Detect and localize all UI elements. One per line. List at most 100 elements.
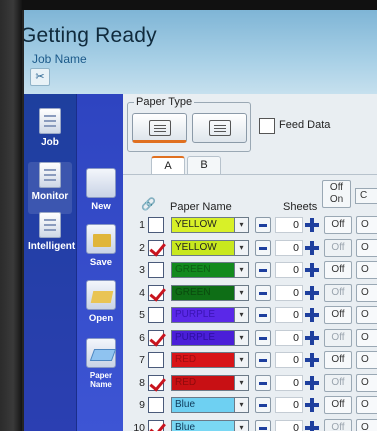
row-off-button[interactable]: Off	[324, 283, 352, 302]
paper-name-field[interactable]: GREEN	[171, 262, 235, 278]
table-row: 9 Blue ▾ 0 Off O	[123, 395, 377, 415]
sheets-value[interactable]: 0	[275, 397, 303, 413]
row-off-button[interactable]: Off	[324, 328, 352, 347]
row-select-checkbox[interactable]	[148, 239, 164, 256]
chevron-down-icon[interactable]: ▾	[235, 352, 249, 368]
sheets-value[interactable]: 0	[275, 262, 303, 278]
row-number: 9	[139, 399, 145, 411]
row-edge-button[interactable]: O	[356, 373, 377, 392]
row-off-button[interactable]: Off	[324, 238, 352, 257]
sheets-value[interactable]: 0	[275, 284, 303, 301]
sidebar-item-monitor[interactable]: Monitor	[28, 162, 72, 214]
row-off-button[interactable]: Off	[324, 351, 352, 369]
decrement-button[interactable]	[255, 217, 271, 233]
open-button[interactable]: Open	[82, 280, 120, 324]
all-off-on-button[interactable]: Off On	[322, 180, 351, 208]
paper-name-field[interactable]: PURPLE	[171, 329, 235, 346]
row-off-button[interactable]: Off	[324, 216, 352, 234]
paper-name-field[interactable]: PURPLE	[171, 307, 235, 323]
paper-name-field[interactable]: GREEN	[171, 284, 235, 301]
decrement-button[interactable]	[255, 329, 271, 346]
row-select-checkbox[interactable]	[148, 262, 164, 278]
row-edge-button[interactable]: O	[356, 261, 377, 279]
increment-button[interactable]	[304, 285, 320, 301]
sheets-value[interactable]: 0	[275, 419, 303, 431]
sheets-value[interactable]: 0	[275, 239, 303, 256]
increment-button[interactable]	[304, 262, 320, 278]
row-off-button[interactable]: Off	[324, 306, 352, 324]
paper-type-sheet-button[interactable]	[132, 113, 187, 143]
sidebar-item-job[interactable]: Job	[28, 108, 72, 160]
chevron-down-icon[interactable]: ▾	[235, 262, 249, 278]
row-number: 8	[139, 376, 145, 389]
decrement-button[interactable]	[255, 352, 271, 368]
decrement-button[interactable]	[255, 374, 271, 391]
row-edge-button[interactable]: O	[356, 351, 377, 369]
paper-name-field[interactable]: Blue	[171, 419, 235, 431]
chevron-down-icon[interactable]: ▾	[235, 374, 249, 391]
chevron-down-icon[interactable]: ▾	[235, 307, 249, 323]
chevron-down-icon[interactable]: ▾	[235, 284, 249, 301]
row-edge-button[interactable]: O	[356, 396, 377, 414]
sheets-value[interactable]: 0	[275, 217, 303, 233]
feed-data-checkbox[interactable]	[259, 118, 275, 134]
table-row: 2 YELLOW ▾ 0 Off O	[123, 238, 377, 258]
paper-name-field[interactable]: YELLOW	[171, 239, 235, 256]
row-select-checkbox[interactable]	[148, 374, 164, 391]
row-select-checkbox[interactable]	[148, 284, 164, 301]
row-off-button[interactable]: Off	[324, 418, 352, 431]
row-edge-button[interactable]: O	[356, 238, 377, 257]
decrement-button[interactable]	[255, 284, 271, 301]
paper-type-label: Paper Type	[134, 96, 195, 108]
row-edge-button[interactable]: O	[356, 418, 377, 431]
paper-name-field[interactable]: RED	[171, 352, 235, 368]
row-select-checkbox[interactable]	[148, 397, 164, 413]
row-edge-button[interactable]: O	[356, 283, 377, 302]
row-off-button[interactable]: Off	[324, 396, 352, 414]
row-off-button[interactable]: Off	[324, 373, 352, 392]
decrement-button[interactable]	[255, 397, 271, 413]
row-edge-button[interactable]: O	[356, 216, 377, 234]
chevron-down-icon[interactable]: ▾	[235, 239, 249, 256]
chevron-down-icon[interactable]: ▾	[235, 217, 249, 233]
chevron-down-icon[interactable]: ▾	[235, 419, 249, 431]
new-button[interactable]: New	[82, 168, 120, 212]
decrement-button[interactable]	[255, 239, 271, 256]
sheets-value[interactable]: 0	[275, 352, 303, 368]
row-edge-button[interactable]: O	[356, 306, 377, 324]
row-edge-button[interactable]: O	[356, 328, 377, 347]
row-select-checkbox[interactable]	[148, 329, 164, 346]
row-select-checkbox[interactable]	[148, 217, 164, 233]
increment-button[interactable]	[304, 240, 320, 256]
paper-name-field[interactable]: YELLOW	[171, 217, 235, 233]
save-button[interactable]: Save	[82, 224, 120, 268]
increment-button[interactable]	[304, 352, 320, 368]
sidebar-item-intelligent[interactable]: Intelligent	[28, 212, 75, 264]
paper-name-field[interactable]: Blue	[171, 397, 235, 413]
increment-button[interactable]	[304, 420, 320, 431]
increment-button[interactable]	[304, 375, 320, 391]
cut-icon[interactable]: ✂	[30, 68, 50, 86]
increment-button[interactable]	[304, 217, 320, 233]
row-select-checkbox[interactable]	[148, 419, 164, 431]
row-off-button[interactable]: Off	[324, 261, 352, 279]
increment-button[interactable]	[304, 397, 320, 413]
paper-type-roll-button[interactable]	[192, 113, 247, 143]
tab-a[interactable]: A	[151, 156, 185, 174]
decrement-button[interactable]	[255, 262, 271, 278]
paper-name-field[interactable]: RED	[171, 374, 235, 391]
increment-button[interactable]	[304, 330, 320, 346]
sheets-value[interactable]: 0	[275, 307, 303, 323]
chevron-down-icon[interactable]: ▾	[235, 329, 249, 346]
paper-name-button[interactable]: Paper Name	[82, 338, 120, 389]
decrement-button[interactable]	[255, 419, 271, 431]
increment-button[interactable]	[304, 307, 320, 323]
job-name-label[interactable]: Job Name	[32, 52, 87, 66]
chevron-down-icon[interactable]: ▾	[235, 397, 249, 413]
sheets-value[interactable]: 0	[275, 374, 303, 391]
row-select-checkbox[interactable]	[148, 352, 164, 368]
sheets-value[interactable]: 0	[275, 329, 303, 346]
tab-b[interactable]: B	[187, 156, 221, 174]
row-select-checkbox[interactable]	[148, 307, 164, 323]
decrement-button[interactable]	[255, 307, 271, 323]
